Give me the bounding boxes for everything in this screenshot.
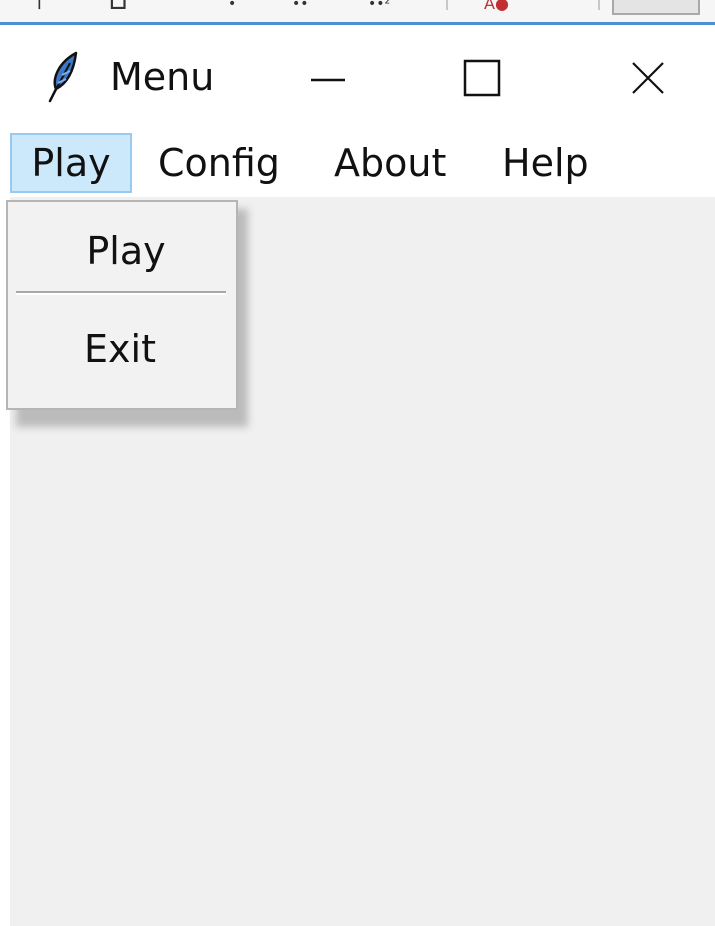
- window-title: Menu: [110, 55, 215, 99]
- background-glyph: ••: [292, 0, 309, 12]
- dropdown-separator: [16, 291, 226, 295]
- close-icon: [632, 62, 664, 94]
- background-glyph: •: [228, 0, 237, 12]
- play-dropdown-menu: Play Exit: [6, 200, 238, 410]
- dropdown-item-exit[interactable]: Exit: [6, 314, 234, 384]
- background-separator: [598, 0, 600, 10]
- minimize-icon: [311, 78, 345, 82]
- background-glyph: ⊔: [108, 0, 129, 16]
- background-glyph: ••²: [368, 0, 391, 12]
- maximize-button[interactable]: [432, 25, 532, 131]
- close-button[interactable]: [598, 25, 698, 131]
- screen: ⊤ ⊔ • •• ••² A● Menu Play Config About H…: [0, 0, 715, 926]
- background-window-strip: ⊤ ⊔ • •• ••² A●: [0, 0, 715, 24]
- title-bar[interactable]: Menu: [0, 25, 715, 131]
- minimize-button[interactable]: [278, 25, 378, 131]
- app-window: Menu Play Config About Help Play Exit: [0, 25, 715, 926]
- background-glyph: ⊤: [28, 0, 51, 16]
- menu-play[interactable]: Play: [10, 133, 132, 193]
- dropdown-item-play[interactable]: Play: [12, 216, 240, 286]
- background-button-fragment: [612, 0, 700, 15]
- maximize-icon: [463, 59, 501, 97]
- menu-config[interactable]: Config: [158, 133, 280, 193]
- feather-icon: [44, 49, 80, 105]
- background-glyph: A●: [484, 0, 509, 13]
- menu-about[interactable]: About: [334, 133, 446, 193]
- menu-help[interactable]: Help: [502, 133, 589, 193]
- menu-bar: Play Config About Help: [0, 131, 715, 197]
- background-separator: [446, 0, 448, 10]
